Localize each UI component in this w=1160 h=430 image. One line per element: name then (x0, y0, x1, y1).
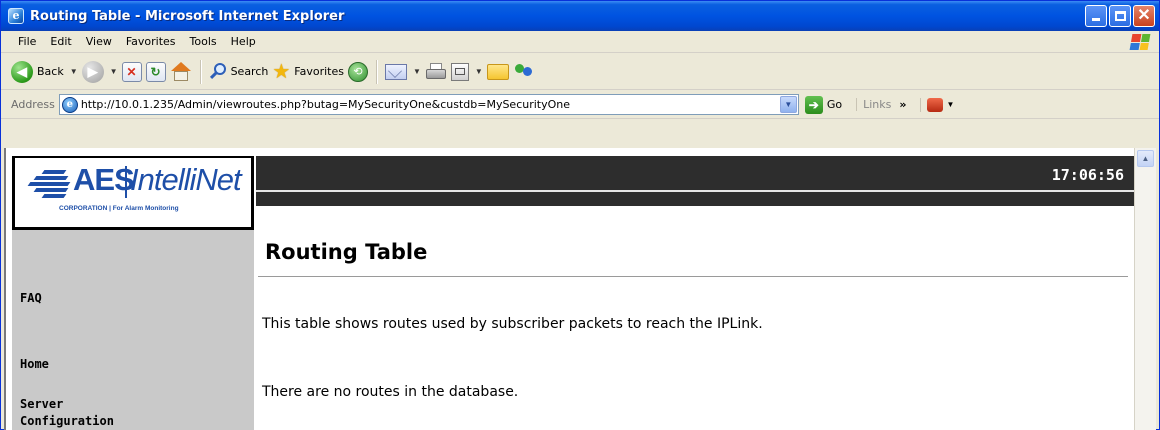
logo-divider (125, 166, 127, 198)
empty-routes-message: There are no routes in the database. (262, 384, 519, 400)
forward-arrow-icon: ▶ (81, 60, 104, 83)
favorites-button[interactable]: ★ Favorites (272, 62, 344, 82)
menu-view[interactable]: View (79, 35, 119, 48)
address-field[interactable]: e ▼ (58, 94, 799, 115)
favorites-star-icon: ★ (272, 60, 291, 83)
links-chevron-icon[interactable]: » (899, 98, 906, 111)
logo-product: IntelliNet (130, 162, 242, 197)
title-divider (258, 276, 1128, 277)
header-clock: 17:06:56 (1051, 166, 1124, 184)
window-controls: ✕ (1085, 5, 1155, 27)
menu-tools[interactable]: Tools (183, 35, 224, 48)
page-icon: e (61, 96, 78, 113)
ie-icon: e (8, 8, 24, 24)
sidebar-item-configuration[interactable]: Configuration (20, 414, 114, 428)
sidebar-item-home[interactable]: Home (20, 357, 49, 371)
extension-icon (927, 97, 944, 112)
home-icon[interactable] (170, 61, 192, 82)
messenger-icon[interactable] (513, 62, 535, 82)
extension-dropdown-icon[interactable]: ▼ (946, 100, 954, 109)
sidebar-item-faq[interactable]: FAQ (20, 291, 42, 305)
minimize-icon (1092, 18, 1100, 21)
scroll-up-icon[interactable]: ▲ (1137, 150, 1154, 167)
folder-icon[interactable] (486, 63, 509, 80)
back-button[interactable]: ◀ Back ▼ (11, 60, 78, 83)
menu-edit[interactable]: Edit (43, 35, 78, 48)
address-bar: Address e ▼ ➔ Go Links » ▼ (1, 91, 1159, 119)
toolbar-separator (199, 59, 201, 84)
minimize-button[interactable] (1085, 5, 1107, 27)
mail-icon (385, 63, 407, 80)
history-icon[interactable]: ⟲ (348, 61, 368, 82)
go-label: Go (826, 98, 843, 111)
window-title: Routing Table - Microsoft Internet Explo… (30, 8, 345, 24)
search-label: Search (230, 65, 269, 78)
title-bar[interactable]: e Routing Table - Microsoft Internet Exp… (1, 1, 1159, 31)
go-button[interactable]: ➔ Go (804, 95, 843, 114)
header-bar (256, 156, 1134, 206)
address-input[interactable] (80, 95, 771, 114)
address-dropdown-icon[interactable]: ▼ (779, 96, 797, 113)
windows-logo-icon (1129, 34, 1151, 50)
menu-favorites[interactable]: Favorites (119, 35, 183, 48)
mail-dropdown-icon[interactable]: ▼ (413, 67, 421, 76)
refresh-icon[interactable]: ↻ (145, 61, 166, 82)
menu-bar: File Edit View Favorites Tools Help (1, 31, 1159, 53)
mail-button[interactable]: ▼ (385, 63, 421, 80)
edit-icon (450, 62, 469, 81)
links-toolbar[interactable]: Links » (856, 98, 906, 111)
vertical-scrollbar[interactable]: ▲ (1134, 148, 1156, 430)
page-title: Routing Table (265, 240, 428, 264)
print-icon[interactable] (425, 62, 447, 81)
search-icon (209, 62, 227, 81)
toolbar-separator (376, 59, 377, 84)
menu-file[interactable]: File (11, 35, 43, 48)
search-button[interactable]: Search (209, 62, 269, 81)
forward-dropdown-icon[interactable]: ▼ (110, 67, 118, 76)
go-arrow-icon: ➔ (804, 95, 823, 114)
aes-intellinet-logo[interactable]: AES IntelliNet CORPORATION | For Alarm M… (12, 156, 254, 230)
header-rule (256, 190, 1134, 192)
maximize-icon (1115, 11, 1126, 21)
links-label: Links (863, 98, 892, 111)
logo-tagline: CORPORATION | For Alarm Monitoring (59, 205, 179, 212)
page-description: This table shows routes used by subscrib… (262, 316, 763, 332)
address-label: Address (11, 98, 55, 111)
favorites-label: Favorites (294, 65, 344, 78)
back-dropdown-icon[interactable]: ▼ (70, 67, 78, 76)
close-button[interactable]: ✕ (1133, 5, 1155, 27)
sidebar-item-server[interactable]: Server (20, 397, 63, 411)
forward-button[interactable]: ▶ ▼ (81, 60, 118, 83)
maximize-button[interactable] (1109, 5, 1131, 27)
edit-dropdown-icon[interactable]: ▼ (475, 67, 483, 76)
edit-button[interactable]: ▼ (450, 62, 483, 81)
menu-help[interactable]: Help (224, 35, 263, 48)
back-label: Back (37, 65, 64, 78)
stop-icon[interactable]: ✕ (121, 61, 142, 82)
extension-button[interactable]: ▼ (920, 97, 954, 112)
standard-toolbar: ◀ Back ▼ ▶ ▼ ✕ ↻ Search ★ Favorites ⟲ ▼ … (1, 54, 1159, 90)
aes-emblem-icon (27, 168, 71, 198)
close-icon: ✕ (1137, 7, 1151, 24)
back-arrow-icon: ◀ (11, 60, 33, 83)
